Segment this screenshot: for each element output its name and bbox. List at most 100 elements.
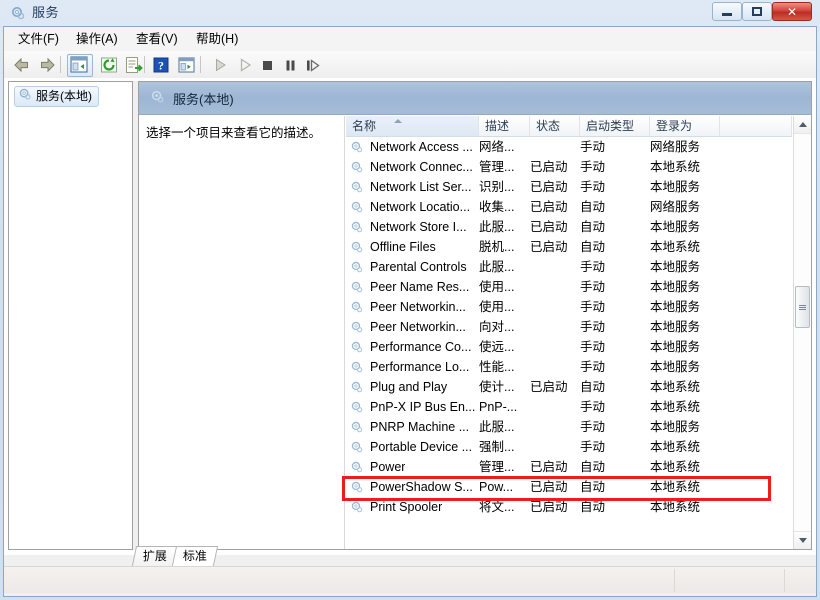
start-service-button[interactable] <box>210 55 230 75</box>
cell-description: 网络... <box>479 140 515 154</box>
toolbar-separator <box>60 56 61 73</box>
column-name[interactable]: 名称 <box>346 116 479 136</box>
cell-service-name: Network Connec... <box>370 160 473 174</box>
cell-description: 此服... <box>479 420 515 434</box>
close-button[interactable]: ✕ <box>772 2 812 21</box>
table-row[interactable]: Peer Networkin... 向对... 手动 本地服务 <box>346 317 792 337</box>
cell-startup-type: 自动 <box>580 220 606 234</box>
back-button[interactable] <box>12 55 32 75</box>
table-row[interactable]: Network Store I... 此服... 已启动 自动 本地服务 <box>346 217 792 237</box>
table-row[interactable]: PNRP Machine ... 此服... 手动 本地服务 <box>346 417 792 437</box>
scroll-up-arrow-icon[interactable] <box>794 116 811 134</box>
service-gear-icon <box>350 340 364 354</box>
cell-logon-as: 网络服务 <box>650 200 701 214</box>
cell-service-name: PnP-X IP Bus En... <box>370 400 476 414</box>
table-row[interactable]: PnP-X IP Bus En... PnP-... 手动 本地系统 <box>346 397 792 417</box>
table-row[interactable]: Parental Controls 此服... 手动 本地服务 <box>346 257 792 277</box>
table-row[interactable]: Network Locatio... 收集... 已启动 自动 网络服务 <box>346 197 792 217</box>
cell-description: 使计... <box>479 380 515 394</box>
cell-startup-type: 自动 <box>580 380 606 394</box>
service-gear-icon <box>350 440 364 454</box>
table-row[interactable]: Network List Ser... 识别... 已启动 手动 本地服务 <box>346 177 792 197</box>
cell-startup-type: 手动 <box>580 260 606 274</box>
description-pane: 选择一个项目来查看它的描述。 <box>139 116 345 549</box>
vertical-scrollbar[interactable] <box>793 116 811 549</box>
resume-service-button[interactable] <box>235 55 255 75</box>
close-icon: ✕ <box>786 4 798 19</box>
cell-logon-as: 本地系统 <box>650 460 701 474</box>
cell-logon-as: 本地系统 <box>650 380 701 394</box>
table-row[interactable]: PowerShadow S... Pow... 已启动 自动 本地系统 <box>346 477 792 497</box>
cell-logon-as: 本地服务 <box>650 420 701 434</box>
service-gear-icon <box>350 300 364 314</box>
table-row[interactable]: Portable Device ... 强制... 手动 本地系统 <box>346 437 792 457</box>
refresh-button[interactable] <box>99 55 119 75</box>
service-gear-icon <box>350 160 364 174</box>
table-row[interactable]: Offline Files 脱机... 已启动 自动 本地系统 <box>346 237 792 257</box>
services-gear-icon <box>18 87 32 107</box>
tree-node-services-local[interactable]: 服务(本地) <box>14 86 99 107</box>
column-status[interactable]: 状态 <box>530 116 580 136</box>
scroll-down-arrow-icon[interactable] <box>794 531 811 549</box>
title-bar: 服务 ✕ <box>0 0 820 26</box>
cell-startup-type: 自动 <box>580 200 606 214</box>
show-hide-tree-button[interactable] <box>67 54 93 77</box>
table-row[interactable]: Performance Co... 使远... 手动 本地服务 <box>346 337 792 357</box>
cell-logon-as: 本地系统 <box>650 480 701 494</box>
table-row[interactable]: Print Spooler 将文... 已启动 自动 本地系统 <box>346 497 792 517</box>
export-list-button[interactable] <box>124 55 144 75</box>
column-logon[interactable]: 登录为 <box>650 116 720 136</box>
restart-service-button[interactable] <box>302 55 322 75</box>
cell-service-name: Network Access ... <box>370 140 473 154</box>
table-row[interactable]: Power 管理... 已启动 自动 本地系统 <box>346 457 792 477</box>
maximize-button[interactable] <box>742 2 772 21</box>
table-row[interactable]: Plug and Play 使计... 已启动 自动 本地系统 <box>346 377 792 397</box>
table-row[interactable]: Network Access ... 网络... 手动 网络服务 <box>346 137 792 157</box>
forward-button[interactable] <box>37 55 57 75</box>
table-row[interactable]: Performance Lo... 性能... 手动 本地服务 <box>346 357 792 377</box>
scrollbar-thumb[interactable] <box>795 286 810 328</box>
minimize-button[interactable] <box>712 2 742 21</box>
menu-help[interactable]: 帮助(H) <box>190 30 244 48</box>
pause-service-button[interactable] <box>280 55 300 75</box>
sort-ascending-icon <box>394 119 402 123</box>
cell-startup-type: 手动 <box>580 180 606 194</box>
cell-description: 此服... <box>479 260 515 274</box>
menu-view[interactable]: 查看(V) <box>130 30 184 48</box>
column-extra[interactable] <box>720 116 792 136</box>
service-gear-icon <box>350 400 364 414</box>
column-startup[interactable]: 启动类型 <box>580 116 650 136</box>
stop-service-button[interactable] <box>257 55 277 75</box>
cell-startup-type: 自动 <box>580 480 606 494</box>
cell-service-name: Plug and Play <box>370 380 448 394</box>
column-status-label: 状态 <box>536 119 561 133</box>
column-name-label: 名称 <box>352 119 377 133</box>
help-button[interactable]: ? <box>151 55 171 75</box>
column-description[interactable]: 描述 <box>479 116 530 136</box>
table-row[interactable]: Network Connec... 管理... 已启动 手动 本地系统 <box>346 157 792 177</box>
cell-description: 使远... <box>479 340 515 354</box>
cell-startup-type: 自动 <box>580 500 606 514</box>
tab-extended[interactable]: 扩展 <box>131 546 179 566</box>
window-title: 服务 <box>32 5 60 20</box>
service-gear-icon <box>350 220 364 234</box>
menu-file[interactable]: 文件(F) <box>12 30 65 48</box>
tab-standard[interactable]: 标准 <box>171 546 219 566</box>
cell-logon-as: 本地服务 <box>650 360 701 374</box>
menu-action[interactable]: 操作(A) <box>70 30 124 48</box>
table-row[interactable]: Peer Name Res... 使用... 手动 本地服务 <box>346 277 792 297</box>
cell-status: 已启动 <box>530 380 568 394</box>
properties-window-button[interactable] <box>176 55 196 75</box>
service-gear-icon <box>350 200 364 214</box>
description-placeholder-text: 选择一个项目来查看它的描述。 <box>146 126 322 140</box>
svg-text:?: ? <box>158 59 164 73</box>
cell-startup-type: 手动 <box>580 400 606 414</box>
cell-logon-as: 本地系统 <box>650 160 701 174</box>
services-list[interactable]: 名称 描述 状态 启动类型 登录为 Network Access ... 网络... 手动网… <box>346 116 811 549</box>
toolbar-separator <box>200 56 201 73</box>
table-row[interactable]: Peer Networkin... 使用... 手动 本地服务 <box>346 297 792 317</box>
cell-startup-type: 手动 <box>580 140 606 154</box>
cell-startup-type: 自动 <box>580 460 606 474</box>
cell-status: 已启动 <box>530 500 568 514</box>
cell-description: 使用... <box>479 280 515 294</box>
